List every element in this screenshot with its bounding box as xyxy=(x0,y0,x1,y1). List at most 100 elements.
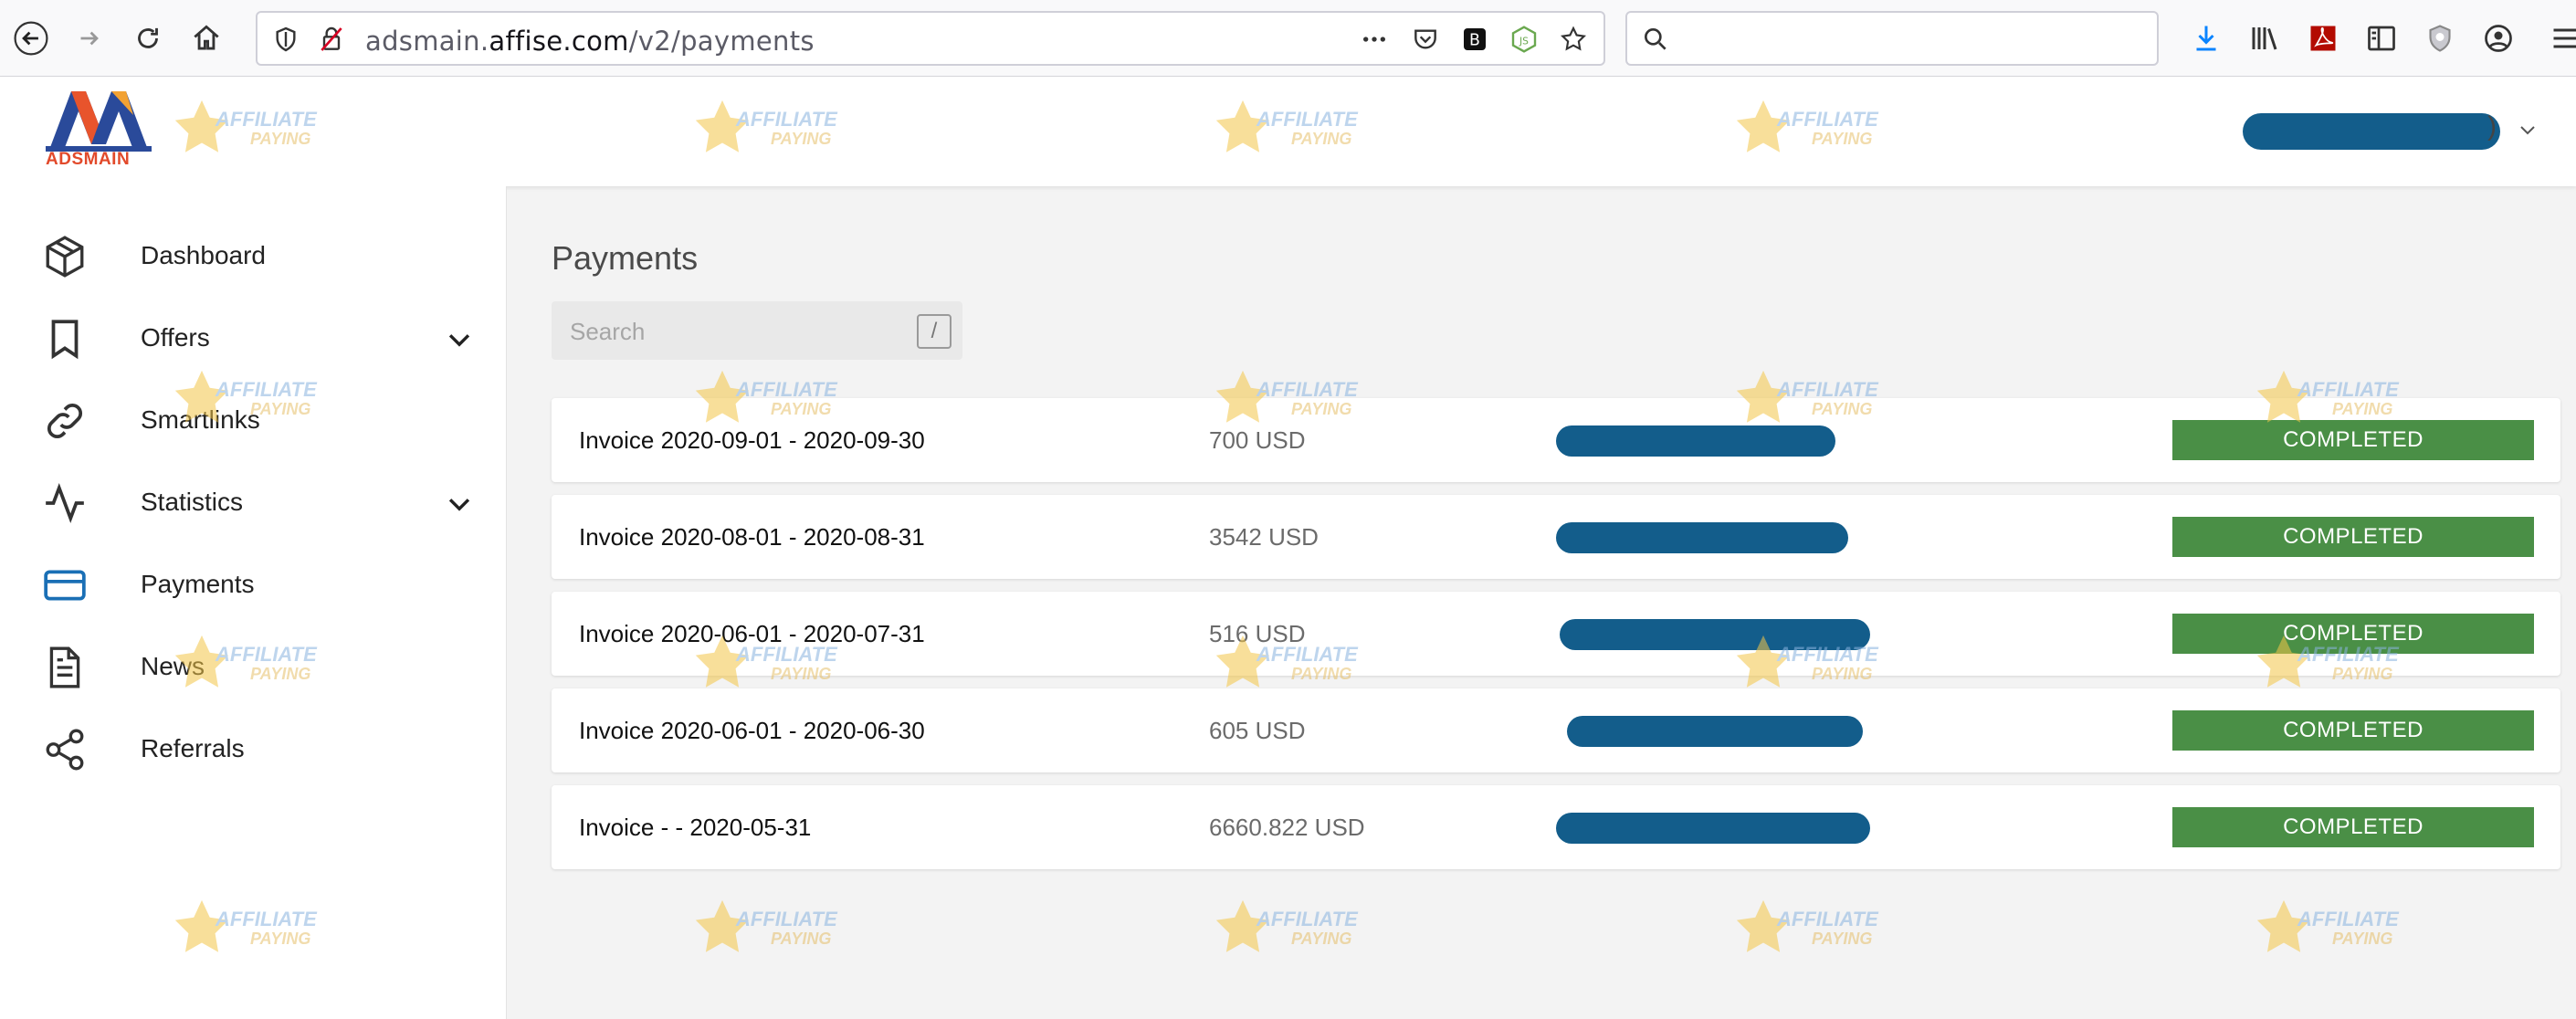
tracking-shield-icon[interactable] xyxy=(270,24,301,55)
app-header: ADSMAIN ) xyxy=(0,77,2576,186)
pdf-extension-icon[interactable] xyxy=(2305,20,2341,57)
bookmark-star-icon[interactable] xyxy=(1558,24,1589,55)
pocket-icon[interactable] xyxy=(1410,24,1441,55)
sidebar-item-payments[interactable]: Payments xyxy=(0,550,507,615)
invoice-amount: 6660.822 USD xyxy=(1209,814,1365,841)
watermark-star-icon xyxy=(695,899,750,952)
watermark: AFFILIATE PAYING xyxy=(1211,895,1393,959)
sidebar-item-label: Dashboard xyxy=(141,241,266,269)
user-name-redacted[interactable] xyxy=(2243,113,2500,150)
watermark-line1: AFFILIATE xyxy=(736,908,837,930)
nodejs-extension-icon[interactable]: JS xyxy=(1509,24,1540,55)
payment-row[interactable]: Invoice 2020-06-01 - 2020-07-31 516 USD … xyxy=(552,592,2560,676)
invoice-title: Invoice 2020-08-01 - 2020-08-31 xyxy=(579,523,925,551)
sidebar-item-label: News xyxy=(141,652,205,680)
redacted-field xyxy=(1556,425,1835,457)
sidebar-item-label: Smartlinks xyxy=(141,405,260,434)
library-icon[interactable] xyxy=(2246,20,2283,57)
invoice-title: Invoice 2020-09-01 - 2020-09-30 xyxy=(579,426,925,454)
back-arrow-icon xyxy=(14,21,48,56)
watermark-line1: AFFILIATE xyxy=(2297,908,2399,930)
url-subdomain: adsmain. xyxy=(365,26,489,57)
watermark-line2: PAYING xyxy=(2332,930,2393,948)
share-icon xyxy=(42,727,88,772)
payments-search-box[interactable]: / xyxy=(552,301,962,360)
invoice-title: Invoice - - 2020-05-31 xyxy=(579,814,812,841)
invoice-amount: 516 USD xyxy=(1209,620,1306,647)
forward-arrow-icon xyxy=(80,31,99,46)
privacy-shield-icon[interactable] xyxy=(2422,20,2458,57)
browser-search-bar[interactable] xyxy=(1625,11,2159,66)
sidebar-item-news[interactable]: News xyxy=(0,632,507,698)
watermark-line2: PAYING xyxy=(771,930,832,948)
address-bar[interactable]: adsmain.affise.com/v2/payments B JS xyxy=(256,11,1605,66)
watermark: AFFILIATE PAYING xyxy=(1731,895,1914,959)
download-icon[interactable] xyxy=(2188,20,2224,57)
invoice-amount: 3542 USD xyxy=(1209,523,1319,551)
sidebar-item-smartlinks[interactable]: Smartlinks xyxy=(0,385,507,451)
account-icon[interactable] xyxy=(2480,20,2517,57)
page-title: Payments xyxy=(552,239,699,277)
sidebar: Dashboard Offers Smartlinks Statistics P… xyxy=(0,186,507,1019)
payment-row[interactable]: Invoice 2020-09-01 - 2020-09-30 700 USD … xyxy=(552,398,2560,482)
watermark: AFFILIATE PAYING xyxy=(690,895,873,959)
invoice-amount: 700 USD xyxy=(1209,426,1306,454)
sidebar-item-label: Offers xyxy=(141,323,210,352)
sidebar-item-label: Statistics xyxy=(141,488,244,516)
payment-row[interactable]: Invoice - - 2020-05-31 6660.822 USD COMP… xyxy=(552,785,2560,869)
sidebar-item-dashboard[interactable]: Dashboard xyxy=(0,221,507,287)
chevron-down-icon[interactable] xyxy=(444,489,475,520)
logo-text: ADSMAIN xyxy=(46,150,131,169)
bookmark-icon xyxy=(42,316,88,362)
invoice-title: Invoice 2020-06-01 - 2020-07-31 xyxy=(579,620,925,647)
watermark-star-icon xyxy=(1215,899,1270,952)
home-button[interactable] xyxy=(179,11,234,66)
home-icon xyxy=(194,25,219,50)
link-icon xyxy=(42,398,88,444)
extension-b-icon[interactable]: B xyxy=(1459,24,1490,55)
status-badge: COMPLETED xyxy=(2172,517,2534,557)
payment-row[interactable]: Invoice 2020-06-01 - 2020-06-30 605 USD … xyxy=(552,688,2560,772)
status-badge: COMPLETED xyxy=(2172,710,2534,751)
watermark: AFFILIATE PAYING xyxy=(2252,895,2434,959)
status-badge: COMPLETED xyxy=(2172,420,2534,460)
sidebar-item-label: Payments xyxy=(141,570,255,598)
invoice-title: Invoice 2020-06-01 - 2020-06-30 xyxy=(579,717,925,744)
url-path: /v2/payments xyxy=(628,26,815,57)
search-shortcut-hint: / xyxy=(917,314,952,349)
redacted-field xyxy=(1556,813,1870,844)
reader-sidebar-icon[interactable] xyxy=(2363,20,2400,57)
menu-hamburger-icon[interactable] xyxy=(2548,20,2576,57)
status-badge: COMPLETED xyxy=(2172,614,2534,654)
svg-text:B: B xyxy=(1469,32,1480,50)
svg-text:JS: JS xyxy=(1519,35,1529,47)
sidebar-item-statistics[interactable]: Statistics xyxy=(0,467,507,533)
reload-button[interactable] xyxy=(121,11,175,66)
adsmain-logo-mark xyxy=(46,91,152,152)
back-button[interactable] xyxy=(4,11,58,66)
user-name-suffix: ) xyxy=(2487,111,2497,142)
document-icon xyxy=(42,645,88,690)
sidebar-item-offers[interactable]: Offers xyxy=(0,303,507,369)
invoice-amount: 605 USD xyxy=(1209,717,1306,744)
reload-icon xyxy=(138,27,158,48)
search-input[interactable] xyxy=(570,318,899,346)
magnifier-icon xyxy=(1640,24,1671,55)
watermark-line1: AFFILIATE xyxy=(1256,908,1358,930)
insecure-lock-icon[interactable] xyxy=(316,24,347,55)
credit-card-icon xyxy=(42,562,88,608)
payment-row[interactable]: Invoice 2020-08-01 - 2020-08-31 3542 USD… xyxy=(552,495,2560,579)
watermark-line2: PAYING xyxy=(1812,930,1873,948)
sidebar-item-referrals[interactable]: Referrals xyxy=(0,714,507,780)
url-text[interactable]: adsmain.affise.com/v2/payments xyxy=(365,26,815,57)
watermark-star-icon xyxy=(1736,899,1791,952)
activity-icon xyxy=(42,480,88,526)
user-menu-chevron-icon[interactable] xyxy=(2517,119,2539,141)
redacted-field xyxy=(1556,522,1848,553)
browser-toolbar: adsmain.affise.com/v2/payments B JS xyxy=(0,0,2576,77)
redacted-field xyxy=(1567,716,1863,747)
url-domain: affise.com xyxy=(489,26,629,57)
chevron-down-icon[interactable] xyxy=(444,325,475,356)
forward-button[interactable] xyxy=(62,11,117,66)
page-actions-icon[interactable] xyxy=(1359,24,1390,55)
